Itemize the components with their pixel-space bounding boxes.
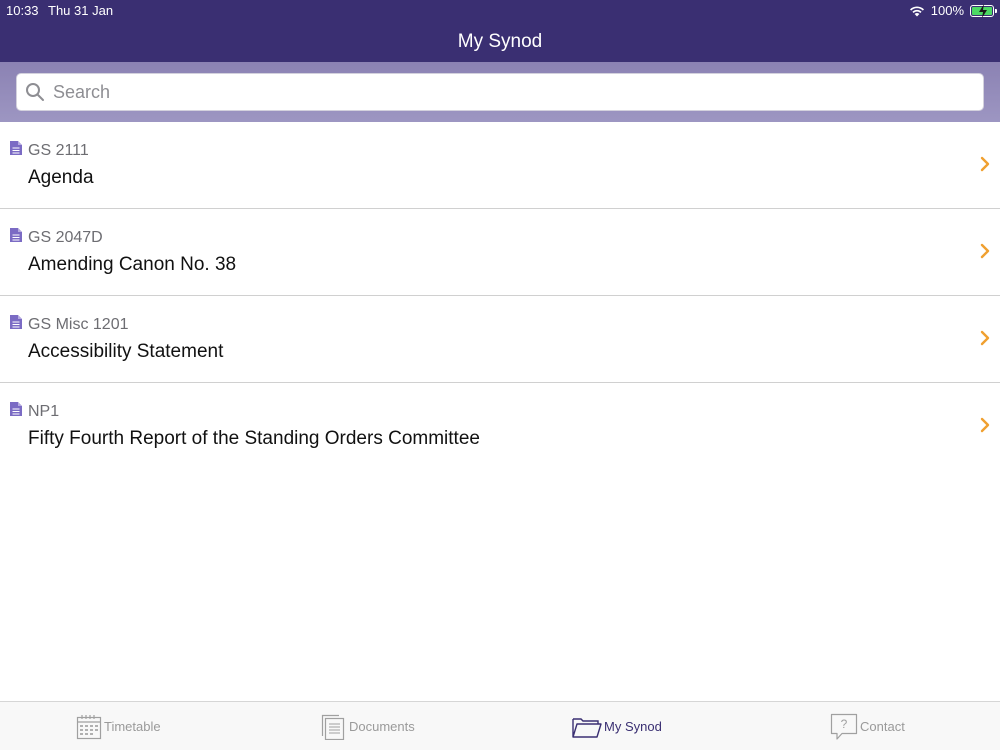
list-item[interactable]: GS Misc 1201 Accessibility Statement xyxy=(0,296,1000,383)
item-title: Accessibility Statement xyxy=(28,341,224,362)
tab-timetable[interactable]: Timetable xyxy=(76,702,161,750)
tab-documents[interactable]: Documents xyxy=(321,702,415,750)
chevron-right-icon xyxy=(980,330,990,346)
status-time: 10:33 xyxy=(6,3,39,18)
document-icon xyxy=(10,228,22,242)
chevron-right-icon xyxy=(980,417,990,433)
search-input[interactable] xyxy=(53,81,953,103)
list-item[interactable]: GS 2111 Agenda xyxy=(0,122,1000,209)
tab-contact[interactable]: ? Contact xyxy=(830,702,905,750)
status-date: Thu 31 Jan xyxy=(48,3,114,18)
question-bubble-icon: ? xyxy=(830,713,858,740)
battery-percentage: 100% xyxy=(930,3,964,18)
document-icon xyxy=(10,402,22,416)
screen: 10:33 Thu 31 Jan 100% My Synod Search GS… xyxy=(0,0,1000,750)
tab-label: Contact xyxy=(860,719,905,734)
item-code: NP1 xyxy=(28,403,60,420)
chevron-right-icon xyxy=(980,156,990,172)
item-title: Amending Canon No. 38 xyxy=(28,254,237,275)
svg-text:?: ? xyxy=(841,717,848,731)
battery-charging-icon xyxy=(970,3,997,18)
tab-label: Timetable xyxy=(104,719,161,734)
document-icon xyxy=(321,714,345,740)
list-item[interactable]: NP1 Fifty Fourth Report of the Standing … xyxy=(0,383,1000,470)
tab-my-synod[interactable]: My Synod xyxy=(572,702,662,750)
tab-label: My Synod xyxy=(604,719,662,734)
document-list: GS 2111 Agenda GS 2047D Amending Canon N… xyxy=(0,122,1000,470)
tab-bar: Timetable Documents My Synod ? Contact xyxy=(0,701,1000,750)
folder-icon xyxy=(572,717,602,738)
chevron-right-icon xyxy=(980,243,990,259)
document-icon xyxy=(10,141,22,155)
item-code: GS 2111 xyxy=(28,142,89,159)
page-title: My Synod xyxy=(457,31,543,52)
list-item[interactable]: GS 2047D Amending Canon No. 38 xyxy=(0,209,1000,296)
search-icon xyxy=(26,83,44,101)
item-code: GS 2047D xyxy=(28,229,103,246)
calendar-icon xyxy=(76,714,102,739)
search-field[interactable] xyxy=(16,73,984,111)
navigation-bar: 10:33 Thu 31 Jan 100% My Synod xyxy=(0,0,1000,62)
document-icon xyxy=(10,315,22,329)
wifi-icon xyxy=(909,5,924,16)
item-title: Agenda xyxy=(28,167,94,188)
item-code: GS Misc 1201 xyxy=(28,316,129,333)
tab-label: Documents xyxy=(349,719,415,734)
item-title: Fifty Fourth Report of the Standing Orde… xyxy=(28,428,480,449)
status-bar: 10:33 Thu 31 Jan 100% xyxy=(0,0,1000,20)
search-bar xyxy=(0,62,1000,122)
status-right: 100% xyxy=(909,3,997,18)
